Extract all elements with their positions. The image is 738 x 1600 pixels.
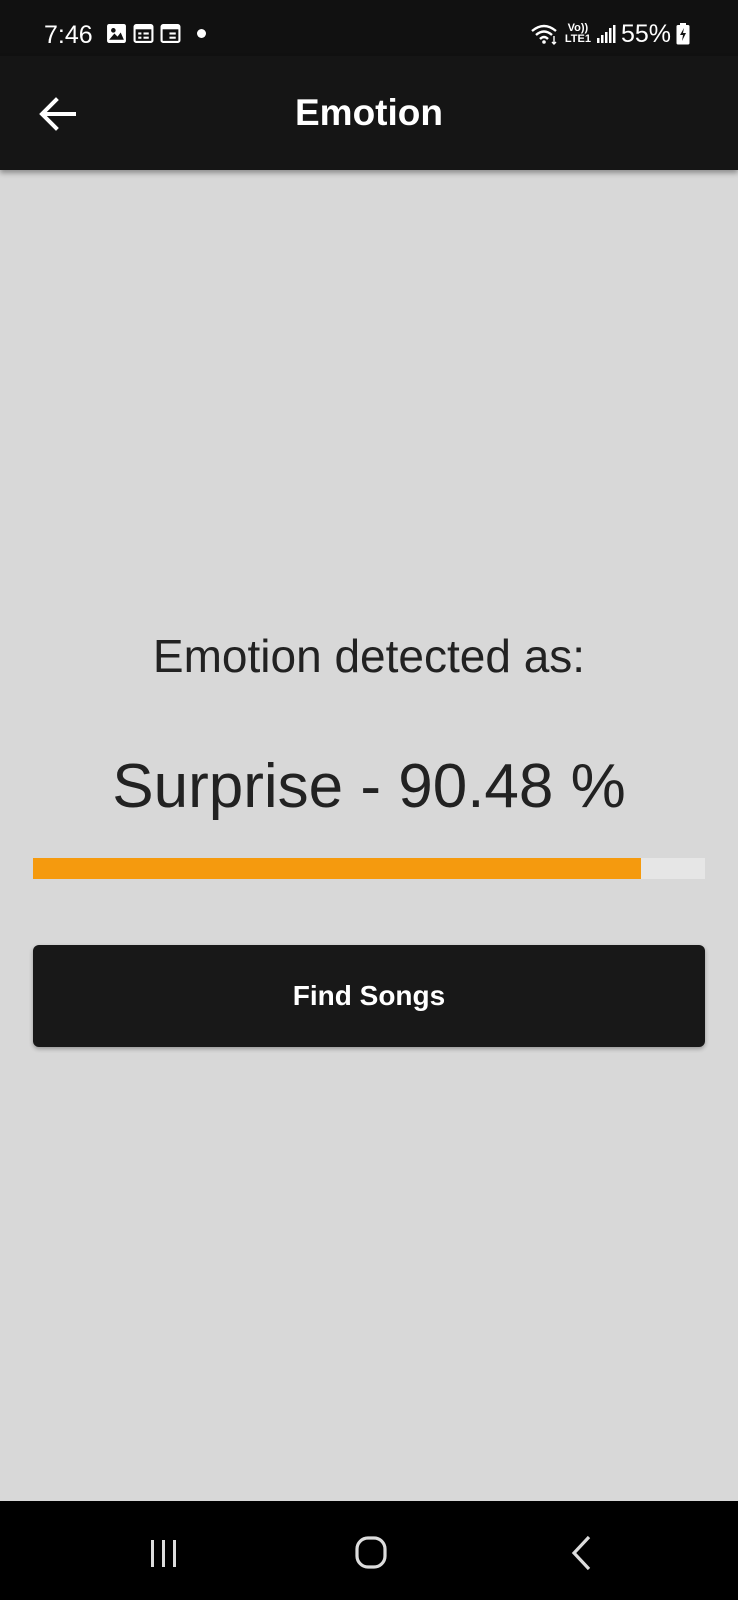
home-icon (355, 1536, 387, 1569)
lte-label: LTE1 (564, 33, 591, 45)
chevron-left-icon (571, 1535, 591, 1571)
find-songs-button[interactable]: Find Songs (33, 945, 705, 1047)
notification-icons (106, 23, 206, 44)
battery-charging-icon (676, 23, 690, 45)
calendar-icon (160, 24, 181, 43)
status-right: Vo)) LTE1 55% (530, 19, 690, 49)
recents-icon (151, 1540, 176, 1567)
confidence-progress-bar (33, 858, 705, 879)
status-time: 7:46 (44, 21, 93, 49)
signal-icon (596, 25, 616, 43)
wifi-icon (531, 24, 557, 45)
nav-back-button[interactable] (556, 1531, 606, 1575)
notification-dot (197, 29, 206, 38)
page-title: Emotion (295, 92, 443, 133)
home-button[interactable] (346, 1531, 396, 1575)
gallery-icon (107, 24, 126, 43)
emotion-result: Surprise - 90.48 % (112, 752, 626, 821)
app-bar: Emotion (0, 56, 738, 170)
emotion-detected-label: Emotion detected as: (152, 630, 586, 682)
lte-indicator: Vo)) LTE1 (565, 23, 591, 45)
recents-button[interactable] (140, 1531, 190, 1575)
confidence-progress-fill (33, 858, 642, 879)
system-nav-bar (0, 1501, 738, 1600)
battery-percent: 55% (620, 20, 671, 48)
status-bar: 7:46 Vo)) LTE1 55% (0, 0, 738, 56)
calendar-icon (133, 24, 154, 43)
